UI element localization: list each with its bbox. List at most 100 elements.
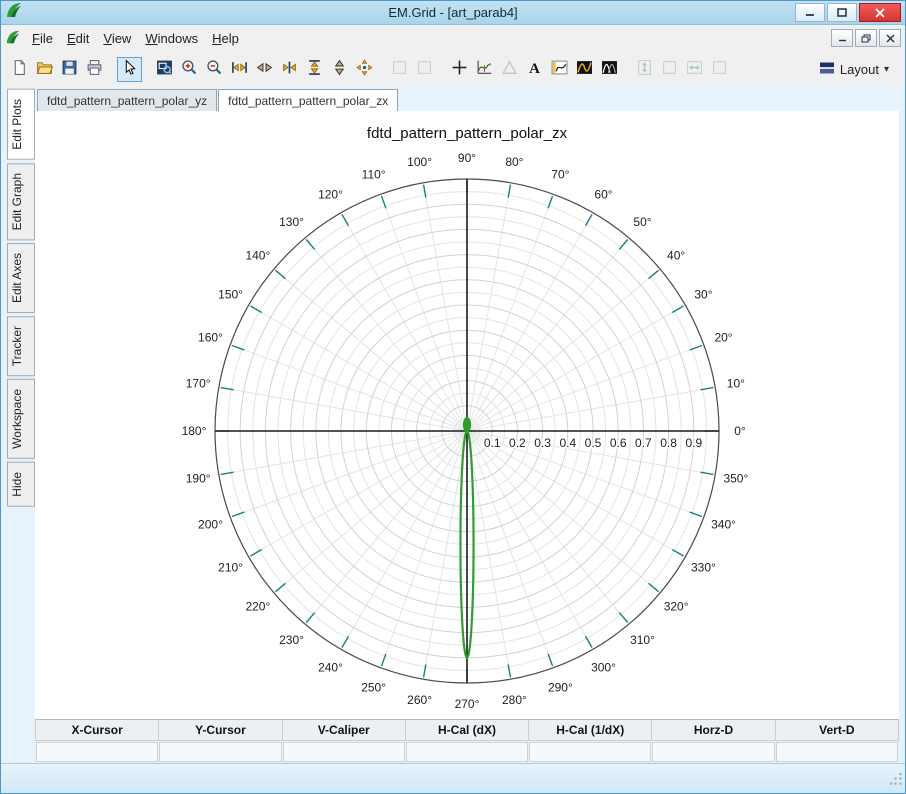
- toolbar-expand-horizontal-button[interactable]: [227, 57, 252, 82]
- layout-dropdown[interactable]: Layout ▾: [809, 56, 899, 83]
- toolbar-fft-window-button[interactable]: [597, 57, 622, 82]
- close-button[interactable]: [859, 3, 901, 22]
- svg-text:280°: 280°: [502, 693, 527, 707]
- svg-text:0°: 0°: [734, 424, 746, 438]
- mdi-close-button[interactable]: [879, 29, 901, 47]
- menu-file[interactable]: File: [25, 27, 60, 50]
- svg-text:120°: 120°: [318, 188, 343, 202]
- status-bar: [1, 763, 905, 793]
- print-icon: [86, 59, 103, 79]
- svg-text:0.6: 0.6: [610, 436, 627, 450]
- menu-edit[interactable]: Edit: [60, 27, 96, 50]
- readout-value-row: [35, 741, 899, 763]
- menu-bar: File Edit View Windows Help: [1, 25, 905, 51]
- plot-panel: fdtd_pattern_pattern_polar_zx 0° 10° 20° 30…: [35, 111, 899, 719]
- toolbar-zoom-region-button[interactable]: [152, 57, 177, 82]
- collapse-horizontal-icon: [281, 59, 298, 79]
- svg-text:310°: 310°: [630, 633, 655, 647]
- sidebar-item-tracker[interactable]: Tracker: [7, 316, 35, 377]
- toolbar-group: [632, 57, 732, 82]
- toolbar-triangle-marker-button: [497, 57, 522, 82]
- svg-text:340°: 340°: [711, 517, 736, 531]
- toolbar-collapse-horizontal-button[interactable]: [277, 57, 302, 82]
- svg-text:60°: 60°: [594, 188, 612, 202]
- readout-value-cell: [159, 742, 282, 762]
- toolbar-horizontal-range-box-button: [707, 57, 732, 82]
- svg-text:140°: 140°: [245, 249, 270, 263]
- document-tab-active[interactable]: fdtd_pattern_pattern_polar_zx: [218, 89, 399, 111]
- polar-chart[interactable]: 0° 10° 20° 30° 40° 50° 60° 70° 80° 90° 100° 110° 120…: [35, 145, 899, 719]
- sidebar-item-edit-graph[interactable]: Edit Graph: [7, 162, 35, 241]
- svg-text:0.3: 0.3: [534, 436, 551, 450]
- svg-text:0.4: 0.4: [559, 436, 576, 450]
- svg-text:0.7: 0.7: [635, 436, 652, 450]
- minimize-button[interactable]: [795, 3, 825, 22]
- svg-text:230°: 230°: [279, 633, 304, 647]
- toolbar-new-document-button[interactable]: [7, 57, 32, 82]
- readout-value-cell: [529, 742, 652, 762]
- svg-text:110°: 110°: [362, 167, 386, 181]
- expand-horizontal-icon: [231, 59, 248, 79]
- readout-header-cell: Horz-D: [652, 719, 776, 741]
- readout-value-cell: [282, 742, 405, 762]
- crosshair-marker-icon: [451, 59, 468, 79]
- toolbar-crosshair-marker-button[interactable]: [447, 57, 472, 82]
- toolbar-pan-vertical-button[interactable]: [327, 57, 352, 82]
- document-logo-icon: [5, 29, 21, 48]
- readout-header-cell: X-Cursor: [35, 719, 160, 741]
- svg-text:90°: 90°: [458, 151, 476, 165]
- radial-labels: 0.1 0.2 0.3 0.4 0.5 0.6 0.7 0.8 0.9: [482, 435, 704, 452]
- document-tabbar: fdtd_pattern_pattern_polar_yz fdtd_patter…: [35, 87, 899, 111]
- vertical-range-box-icon: [661, 59, 678, 79]
- svg-text:160°: 160°: [198, 331, 223, 345]
- maximize-button[interactable]: [827, 3, 857, 22]
- svg-text:180°: 180°: [182, 424, 207, 438]
- svg-text:0.2: 0.2: [509, 436, 526, 450]
- toolbar-autoscale-button[interactable]: [352, 57, 377, 82]
- menu-windows[interactable]: Windows: [138, 27, 205, 50]
- pan-vertical-icon: [331, 59, 348, 79]
- svg-text:40°: 40°: [667, 249, 685, 263]
- svg-text:260°: 260°: [407, 693, 432, 707]
- svg-text:100°: 100°: [407, 155, 432, 169]
- svg-text:290°: 290°: [548, 681, 573, 695]
- menu-view[interactable]: View: [96, 27, 138, 50]
- toolbar-waveform-view-button[interactable]: [547, 57, 572, 82]
- toolbar-region-box-first-button: [387, 57, 412, 82]
- toolbar-print-button[interactable]: [82, 57, 107, 82]
- toolbar-group: A: [447, 57, 622, 82]
- content-area: Edit Plots Edit Graph Edit Axes Tracker Work…: [1, 87, 905, 763]
- toolbar-fft-magnitude-button[interactable]: [572, 57, 597, 82]
- svg-text:30°: 30°: [694, 288, 712, 302]
- sidebar-item-edit-axes[interactable]: Edit Axes: [7, 243, 35, 314]
- mdi-minimize-button[interactable]: [831, 29, 853, 47]
- resize-grip[interactable]: [889, 772, 903, 791]
- mdi-restore-button[interactable]: [855, 29, 877, 47]
- toolbar-zoom-in-button[interactable]: [177, 57, 202, 82]
- autoscale-icon: [356, 59, 373, 79]
- toolbar-pointer-select-button[interactable]: [117, 56, 142, 82]
- toolbar-pan-horizontal-button[interactable]: [252, 57, 277, 82]
- toolbar-zoom-out-button[interactable]: [202, 57, 227, 82]
- toolbar-save-button[interactable]: [57, 57, 82, 82]
- readout-header-cell: H-Cal (dX): [405, 719, 530, 741]
- toolbar-curve-tracker-button[interactable]: [472, 57, 497, 82]
- toolbar-groups: A: [7, 56, 742, 82]
- menu-help[interactable]: Help: [205, 27, 246, 50]
- document-tab-inactive[interactable]: fdtd_pattern_pattern_polar_yz: [37, 89, 218, 111]
- svg-text:350°: 350°: [723, 471, 748, 485]
- toolbar-text-annotation-button[interactable]: A: [522, 57, 547, 82]
- toolbar-expand-vertical-button[interactable]: [302, 57, 327, 82]
- readout-header-cell: Vert-D: [775, 719, 899, 741]
- sidebar-item-edit-plots[interactable]: Edit Plots: [7, 89, 35, 160]
- svg-text:70°: 70°: [551, 167, 569, 181]
- svg-text:270°: 270°: [455, 697, 480, 711]
- svg-text:190°: 190°: [186, 471, 211, 485]
- readout-header-row: X-Cursor Y-Cursor V-Caliper H-Cal (dX) H-Cal…: [35, 719, 899, 741]
- sidebar-item-hide[interactable]: Hide: [7, 462, 35, 507]
- toolbar-open-file-button[interactable]: [32, 57, 57, 82]
- toolbar-group: [7, 57, 107, 82]
- svg-text:240°: 240°: [318, 660, 343, 674]
- sidebar-item-workspace[interactable]: Workspace: [7, 379, 35, 460]
- save-icon: [61, 59, 78, 79]
